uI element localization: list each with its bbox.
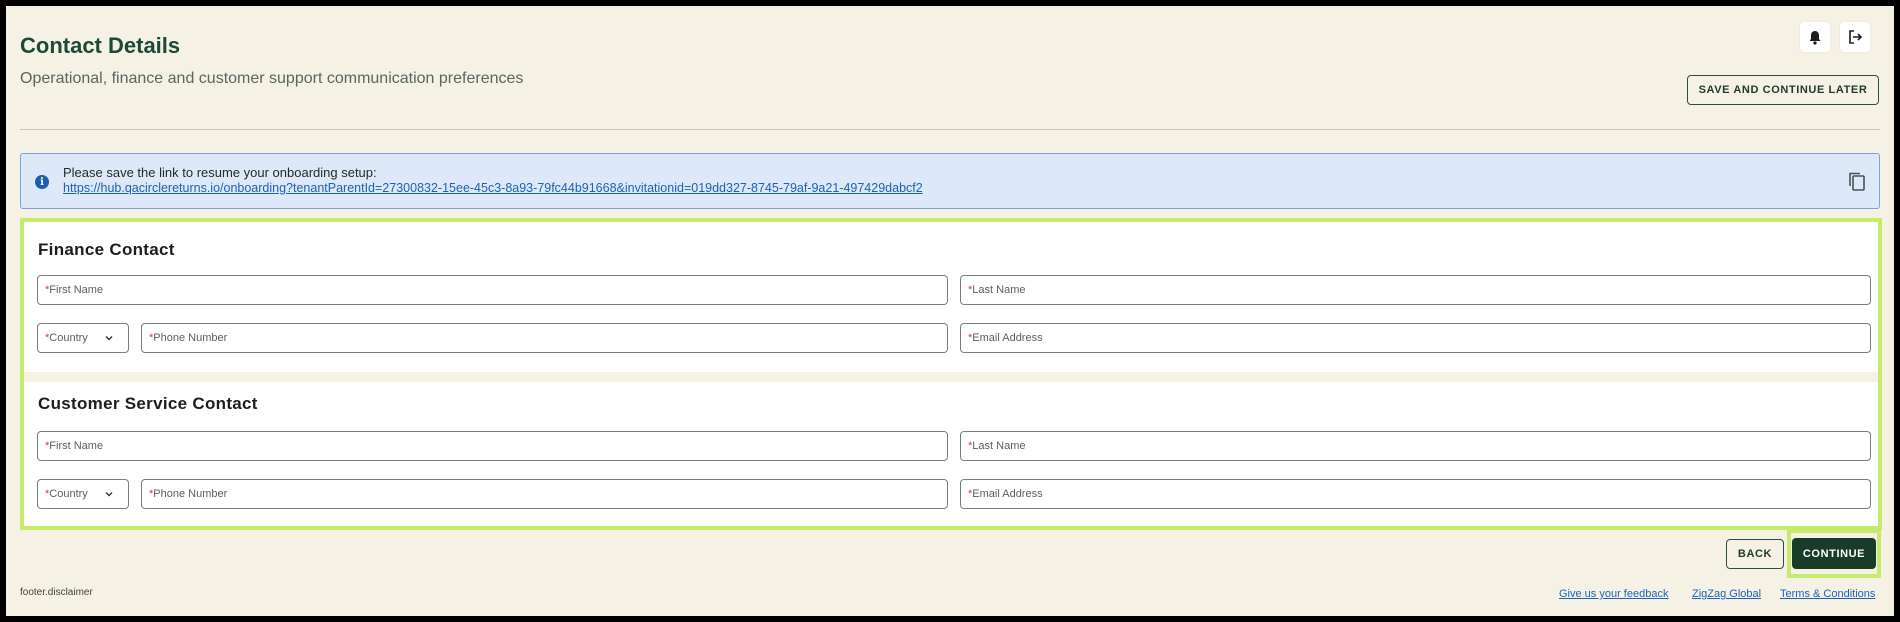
chevron-down-icon (105, 492, 113, 497)
finance-email-placeholder: Email Address (972, 332, 1043, 344)
customer-first-name-field[interactable]: * First Name (37, 431, 948, 461)
finance-phone-placeholder: Phone Number (153, 332, 228, 344)
banner-message: Please save the link to resume your onbo… (63, 165, 377, 180)
customer-email-placeholder: Email Address (972, 488, 1043, 500)
page-subtitle: Operational, finance and customer suppor… (20, 70, 524, 87)
terms-conditions-link[interactable]: Terms & Conditions (1780, 588, 1875, 600)
customer-last-name-placeholder: Last Name (972, 440, 1026, 452)
resume-link-banner: i Please save the link to resume your on… (20, 153, 1880, 209)
finance-first-name-placeholder: First Name (49, 284, 104, 296)
back-button[interactable]: BACK (1726, 539, 1784, 569)
logout-icon (1849, 30, 1863, 44)
bell-icon (1809, 30, 1821, 45)
contact-forms-section: Finance Contact * First Name * Last Name… (20, 218, 1882, 530)
finance-contact-title: Finance Contact (38, 240, 175, 259)
finance-last-name-placeholder: Last Name (972, 284, 1026, 296)
customer-first-name-placeholder: First Name (49, 440, 104, 452)
copy-icon[interactable] (1847, 171, 1867, 193)
finance-phone-field[interactable]: * Phone Number (141, 323, 948, 353)
finance-first-name-field[interactable]: * First Name (37, 275, 948, 305)
customer-country-placeholder: Country (49, 488, 88, 500)
finance-last-name-field[interactable]: * Last Name (960, 275, 1871, 305)
logout-button[interactable] (1840, 22, 1870, 52)
app-frame: Contact Details Operational, finance and… (6, 6, 1894, 616)
finance-contact-card: Finance Contact * First Name * Last Name… (24, 222, 1878, 372)
save-and-continue-later-button[interactable]: SAVE AND CONTINUE LATER (1687, 75, 1879, 105)
finance-email-field[interactable]: * Email Address (960, 323, 1871, 353)
customer-last-name-field[interactable]: * Last Name (960, 431, 1871, 461)
customer-country-select[interactable]: * Country (37, 479, 129, 509)
header-divider (20, 129, 1880, 130)
continue-button[interactable]: CONTINUE (1792, 538, 1876, 569)
customer-service-contact-card: Customer Service Contact * First Name * … (24, 382, 1878, 526)
notifications-button[interactable] (1800, 22, 1830, 52)
resume-link[interactable]: https://hub.qacirclereturns.io/onboardin… (63, 181, 923, 195)
footer-disclaimer: footer.disclaimer (20, 587, 93, 598)
info-icon: i (35, 175, 49, 189)
customer-phone-field[interactable]: * Phone Number (141, 479, 948, 509)
zigzag-global-link[interactable]: ZigZag Global (1692, 588, 1761, 600)
finance-country-placeholder: Country (49, 332, 88, 344)
finance-country-select[interactable]: * Country (37, 323, 129, 353)
page-title: Contact Details (20, 33, 181, 58)
feedback-link[interactable]: Give us your feedback (1559, 588, 1668, 600)
chevron-down-icon (105, 336, 113, 341)
customer-phone-placeholder: Phone Number (153, 488, 228, 500)
customer-email-field[interactable]: * Email Address (960, 479, 1871, 509)
customer-service-contact-title: Customer Service Contact (38, 394, 258, 413)
